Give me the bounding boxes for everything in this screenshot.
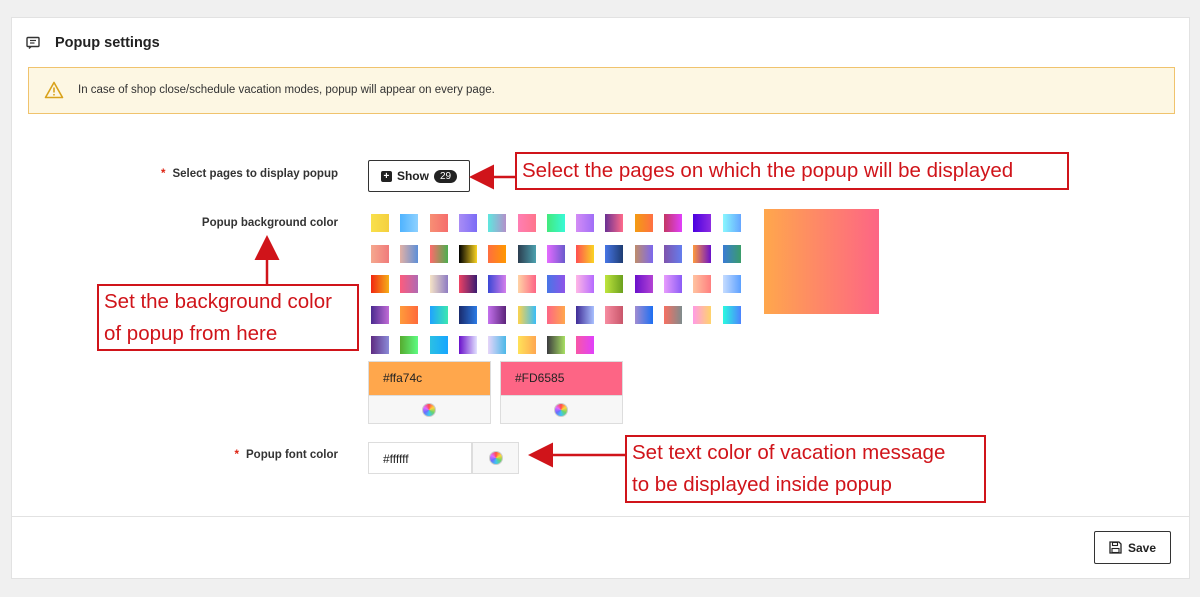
gradient-swatch[interactable] — [693, 305, 712, 324]
gradient-swatch[interactable] — [371, 275, 389, 293]
gradient-swatch[interactable] — [722, 214, 741, 232]
gradient-swatch[interactable] — [693, 214, 712, 232]
pages-count-badge: 29 — [433, 169, 458, 183]
gradient-swatch[interactable] — [634, 244, 653, 263]
plus-icon: + — [380, 170, 392, 182]
gradient-swatch[interactable] — [576, 214, 595, 232]
select-pages-label: * Select pages to display popup — [161, 168, 338, 180]
gradient-swatch[interactable] — [400, 336, 419, 354]
gradient-swatch[interactable] — [371, 305, 389, 324]
gradient-swatch[interactable] — [546, 336, 565, 354]
gradient-swatch[interactable] — [371, 336, 389, 354]
gradient-swatch[interactable] — [488, 336, 507, 354]
gradient-swatch[interactable] — [458, 214, 477, 232]
gradient-swatch[interactable] — [664, 244, 682, 263]
save-button[interactable]: Save — [1094, 531, 1171, 564]
save-icon — [1109, 541, 1122, 554]
font-color-input[interactable]: #ffffff — [368, 442, 472, 474]
required-mark: * — [161, 168, 166, 180]
gradient-swatch[interactable] — [722, 244, 741, 263]
gradient-swatch[interactable] — [693, 275, 712, 293]
gradient-swatch[interactable] — [517, 336, 536, 354]
gradient-swatch[interactable] — [605, 305, 624, 324]
gradient-swatch[interactable] — [634, 214, 653, 232]
gradient-swatch[interactable] — [664, 275, 682, 293]
gradient-swatch[interactable] — [722, 305, 741, 324]
gradient-swatch[interactable] — [429, 305, 448, 324]
gradient-swatch[interactable] — [458, 275, 477, 293]
gradient-swatch[interactable] — [429, 214, 448, 232]
gradient-swatch[interactable] — [488, 275, 507, 293]
gradient-end-wheel-button[interactable] — [501, 395, 622, 423]
required-mark: * — [234, 449, 240, 461]
gradient-swatch[interactable] — [429, 244, 448, 263]
show-label: Show — [396, 169, 429, 183]
gradient-swatch[interactable] — [634, 305, 653, 324]
bg-color-annotation: Set the background color of popup from h… — [97, 284, 359, 351]
gradient-swatch[interactable] — [400, 244, 419, 263]
gradient-start-value[interactable]: #ffa74c — [369, 362, 490, 395]
pages-annotation: Select the pages on which the popup will… — [515, 152, 1069, 190]
gradient-swatch[interactable] — [634, 275, 653, 293]
show-pages-button[interactable]: + Show 29 — [368, 160, 470, 192]
gradient-swatch[interactable] — [429, 275, 448, 293]
gradient-swatch[interactable] — [693, 244, 712, 263]
panel-title: Popup settings — [55, 35, 160, 51]
gradient-swatch[interactable] — [546, 244, 565, 263]
gradient-preview — [764, 209, 879, 314]
font-color-wheel-button[interactable] — [472, 442, 519, 474]
gradient-swatch[interactable] — [546, 214, 565, 232]
font-color-label: * Popup font color — [234, 449, 338, 461]
gradient-swatch[interactable] — [576, 336, 595, 354]
gradient-swatch[interactable] — [488, 244, 507, 263]
gradient-swatch[interactable] — [517, 275, 536, 293]
gradient-swatch[interactable] — [517, 244, 536, 263]
gradient-swatch[interactable] — [576, 275, 595, 293]
panel-header: Popup settings — [12, 18, 1189, 70]
gradient-swatch-grid — [371, 214, 751, 364]
gradient-swatch[interactable] — [576, 305, 595, 324]
gradient-swatch[interactable] — [722, 275, 741, 293]
message-icon — [26, 36, 40, 49]
gradient-swatch[interactable] — [458, 305, 477, 324]
gradient-swatch[interactable] — [458, 244, 477, 263]
gradient-end-value[interactable]: #FD6585 — [501, 362, 622, 395]
gradient-swatch[interactable] — [488, 214, 507, 232]
notice-text: In case of shop close/schedule vacation … — [78, 84, 495, 96]
warning-icon — [44, 81, 64, 99]
gradient-swatch[interactable] — [429, 336, 448, 354]
footer-divider — [12, 516, 1189, 517]
gradient-swatch[interactable] — [488, 305, 507, 324]
gradient-swatch[interactable] — [517, 305, 536, 324]
gradient-start-wheel-button[interactable] — [369, 395, 490, 423]
color-wheel-icon — [422, 403, 436, 417]
gradient-swatch[interactable] — [371, 214, 389, 232]
color-wheel-icon — [489, 451, 503, 465]
gradient-start-picker: #ffa74c — [368, 361, 491, 424]
gradient-swatch[interactable] — [458, 336, 477, 354]
gradient-end-picker: #FD6585 — [500, 361, 623, 424]
gradient-swatch[interactable] — [546, 305, 565, 324]
info-notice: In case of shop close/schedule vacation … — [28, 67, 1175, 114]
gradient-swatch[interactable] — [605, 214, 624, 232]
gradient-swatch[interactable] — [371, 244, 389, 263]
font-color-annotation: Set text color of vacation message to be… — [625, 435, 986, 503]
gradient-swatch[interactable] — [664, 305, 682, 324]
gradient-swatch[interactable] — [400, 305, 419, 324]
save-label: Save — [1127, 540, 1157, 555]
gradient-swatch[interactable] — [400, 275, 419, 293]
gradient-swatch[interactable] — [576, 244, 595, 263]
gradient-swatch[interactable] — [605, 275, 624, 293]
gradient-swatch[interactable] — [546, 275, 565, 293]
gradient-swatch[interactable] — [605, 244, 624, 263]
color-wheel-icon — [554, 403, 568, 417]
gradient-swatch[interactable] — [400, 214, 419, 232]
bg-color-label: Popup background color — [201, 217, 338, 229]
gradient-swatch[interactable] — [664, 214, 682, 232]
gradient-swatch[interactable] — [517, 214, 536, 232]
